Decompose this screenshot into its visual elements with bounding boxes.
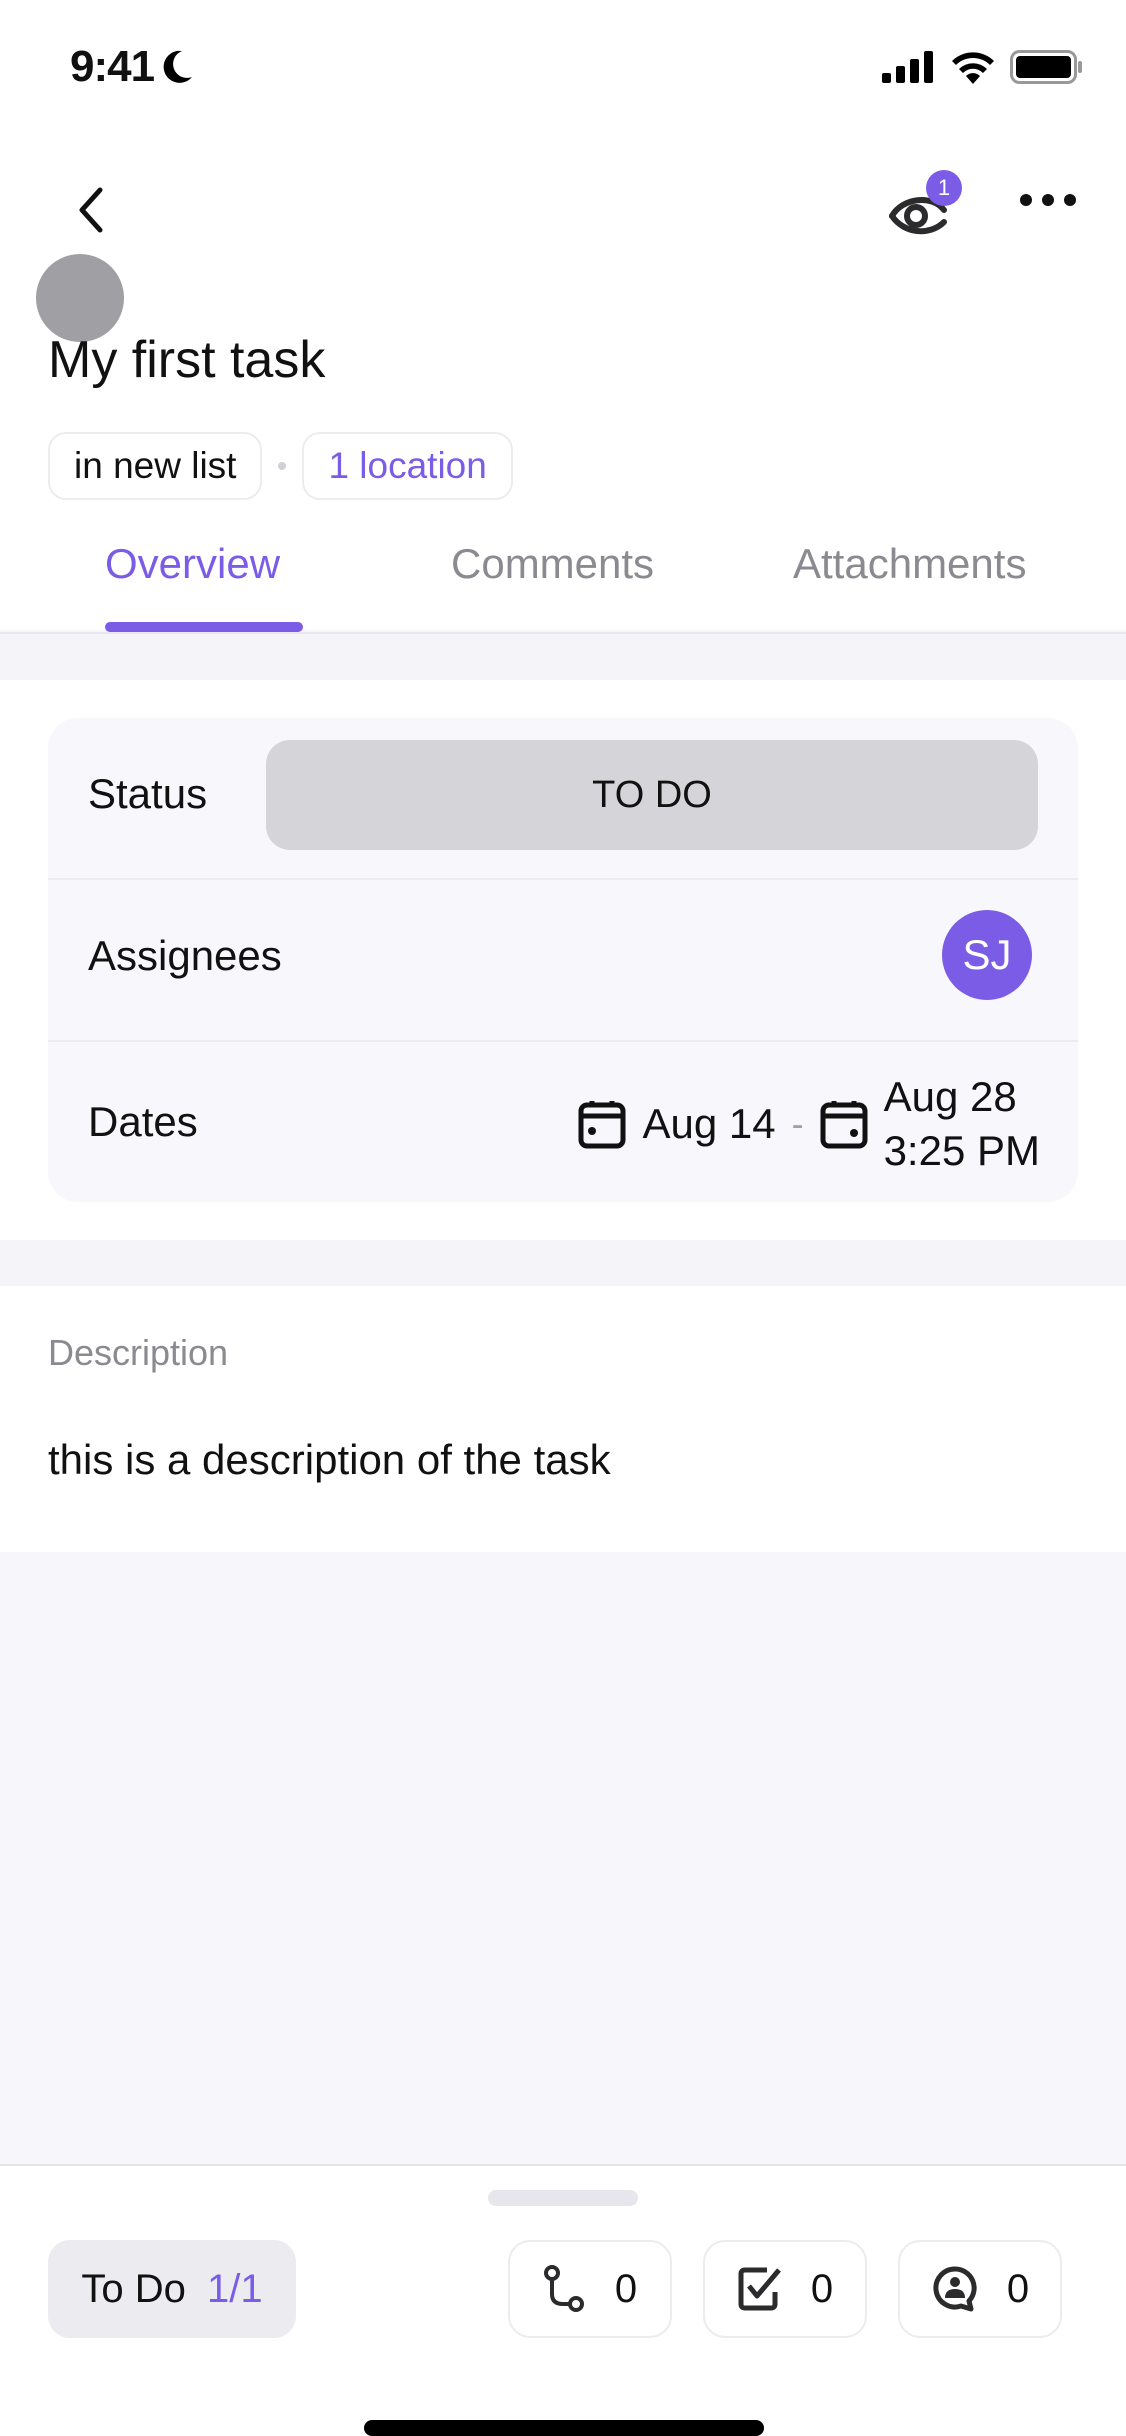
clock-text: 9:41 bbox=[70, 42, 155, 91]
status-time: 9:41 bbox=[70, 42, 194, 92]
assignees-label: Assignees bbox=[88, 932, 282, 979]
location-chip[interactable]: 1 location bbox=[302, 432, 513, 500]
section-gap bbox=[0, 634, 1126, 680]
more-horizontal-icon bbox=[1016, 190, 1080, 210]
status-icons bbox=[882, 50, 1084, 84]
bottom-bar: To Do 1/1 0 0 0 bbox=[0, 2164, 1126, 2436]
subtask-status-button[interactable]: To Do 1/1 bbox=[48, 2240, 296, 2338]
back-button[interactable] bbox=[70, 180, 120, 240]
checklists-button[interactable]: 0 bbox=[703, 2240, 867, 2338]
due-date: Aug 28 bbox=[883, 1073, 1017, 1120]
chevron-left-icon bbox=[70, 180, 120, 240]
start-calendar-icon bbox=[578, 1099, 626, 1149]
task-title[interactable]: My first task bbox=[48, 330, 325, 390]
wifi-icon bbox=[950, 50, 996, 84]
watchers-count-badge: 1 bbox=[926, 170, 962, 206]
date-separator: - bbox=[791, 1103, 804, 1144]
description-label: Description bbox=[48, 1332, 229, 1373]
details-card: Status TO DO Assignees SJ Dates Aug 14 -… bbox=[48, 718, 1078, 1202]
moon-icon bbox=[160, 49, 194, 85]
status-label: Status bbox=[88, 770, 208, 817]
drag-handle[interactable] bbox=[488, 2190, 638, 2206]
list-chip[interactable]: in new list bbox=[48, 432, 263, 500]
dependencies-button[interactable]: 0 bbox=[508, 2240, 672, 2338]
due-calendar-icon bbox=[820, 1099, 868, 1149]
status-dropdown[interactable]: TO DO bbox=[266, 740, 1038, 850]
task-avatar bbox=[36, 254, 124, 342]
tab-attachments[interactable]: Attachments bbox=[793, 540, 1026, 588]
tab-overview[interactable]: Overview bbox=[105, 540, 280, 588]
subtask-status-count: 1/1 bbox=[207, 2267, 263, 2311]
dates-value[interactable]: Aug 14 - Aug 28 3:25 PM bbox=[578, 1064, 1040, 1184]
assignees-row[interactable]: Assignees SJ bbox=[48, 880, 1078, 1040]
more-options-button[interactable] bbox=[1016, 190, 1080, 220]
due-date-block: Aug 28 3:25 PM bbox=[884, 1070, 1040, 1178]
section-gap bbox=[0, 1240, 1126, 1286]
cellular-signal-icon bbox=[882, 51, 936, 83]
status-bar: 9:41 bbox=[0, 0, 1126, 130]
home-indicator[interactable] bbox=[364, 2420, 764, 2436]
watchers-button[interactable]: 1 bbox=[886, 170, 966, 250]
subtask-status-label: To Do bbox=[81, 2267, 186, 2311]
status-row: Status TO DO bbox=[48, 718, 1078, 878]
dates-label: Dates bbox=[88, 1098, 198, 1145]
due-time: 3:25 PM bbox=[883, 1127, 1040, 1174]
assigned-comments-button[interactable]: 0 bbox=[898, 2240, 1062, 2338]
chip-separator bbox=[278, 462, 287, 470]
checklists-count: 0 bbox=[810, 2266, 834, 2311]
description-text[interactable]: this is a description of the task bbox=[48, 1436, 611, 1484]
task-location-chips: in new list 1 location bbox=[48, 432, 513, 500]
details-section: Status TO DO Assignees SJ Dates Aug 14 -… bbox=[0, 680, 1126, 1240]
battery-icon bbox=[1010, 50, 1084, 84]
tab-comments[interactable]: Comments bbox=[451, 540, 654, 588]
assigned-comments-count: 0 bbox=[1006, 2266, 1030, 2311]
dates-row[interactable]: Dates Aug 14 - Aug 28 3:25 PM bbox=[48, 1042, 1078, 1202]
description-section[interactable]: Description this is a description of the… bbox=[0, 1286, 1126, 1552]
start-date: Aug 14 bbox=[642, 1100, 776, 1147]
assignee-avatar[interactable]: SJ bbox=[942, 910, 1032, 1000]
checklist-icon bbox=[737, 2266, 783, 2312]
dependency-icon bbox=[543, 2264, 587, 2314]
assigned-comments-icon bbox=[931, 2265, 979, 2313]
dependencies-count: 0 bbox=[614, 2266, 638, 2311]
